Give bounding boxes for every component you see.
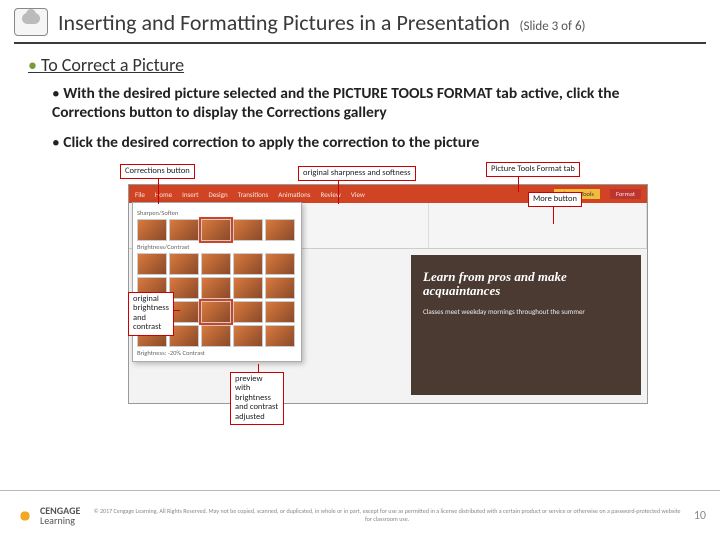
callout-line <box>338 178 339 204</box>
correction-thumb-selected <box>201 219 231 241</box>
tab: Animations <box>278 190 310 199</box>
correction-thumb <box>233 301 263 323</box>
tab: Insert <box>182 190 198 199</box>
slide-footer: CENGAGE Learning © 2017 Cengage Learning… <box>0 490 720 540</box>
copyright-text: © 2017 Cengage Learning. All Rights Rese… <box>80 508 694 522</box>
callout-picture-tools-tab: Picture Tools Format tab <box>486 162 580 177</box>
figure-screenshot: Corrections button original sharpness an… <box>88 162 652 422</box>
callout-corrections-button: Corrections button <box>120 164 195 179</box>
slide-preview: Learn from pros and make acquaintances C… <box>411 255 641 395</box>
cloud-monitor-icon <box>14 8 48 36</box>
correction-thumb <box>265 325 295 347</box>
bullet-2: Click the desired correction to apply th… <box>52 133 692 152</box>
cengage-icon <box>14 505 36 527</box>
format-tab: Format <box>610 189 641 199</box>
callout-more-button: More button <box>528 192 582 207</box>
tab: File <box>135 190 145 199</box>
correction-thumb <box>233 253 263 275</box>
correction-thumb <box>169 253 199 275</box>
slide-subtext: Classes meet weekday mornings throughout… <box>423 307 629 316</box>
correction-thumb <box>233 277 263 299</box>
bullet-1: With the desired picture selected and th… <box>52 84 692 123</box>
callout-line <box>158 176 159 204</box>
gallery-section-2: Brightness/Contrast <box>137 243 297 251</box>
tab: Design <box>209 190 228 199</box>
tab: View <box>351 190 365 199</box>
correction-thumb <box>265 301 295 323</box>
slide-title: Inserting and Formatting Pictures in a P… <box>58 9 510 36</box>
correction-thumb <box>201 325 231 347</box>
brand-line2: Learning <box>40 516 80 526</box>
correction-thumb <box>201 253 231 275</box>
correction-thumb <box>201 277 231 299</box>
gallery-section-1: Sharpen/Soften <box>137 209 297 217</box>
callout-original-bc: original brightness and contrast <box>128 292 174 335</box>
correction-thumb <box>137 253 167 275</box>
slide-indicator: (Slide 3 of 6) <box>520 19 586 34</box>
cengage-logo: CENGAGE Learning <box>14 505 80 527</box>
correction-thumb <box>265 253 295 275</box>
callout-preview-adjusted: preview with brightness and contrast adj… <box>230 372 284 425</box>
content-area: To Correct a Picture With the desired pi… <box>0 44 720 422</box>
correction-thumb <box>169 219 199 241</box>
correction-thumb <box>137 219 167 241</box>
correction-thumb <box>233 325 263 347</box>
slide-headline: Learn from pros and make acquaintances <box>423 270 629 299</box>
correction-thumb <box>265 277 295 299</box>
tab: Transitions <box>238 190 269 199</box>
gallery-footer: Brightness: -20% Contrast <box>137 349 297 357</box>
slide-header: Inserting and Formatting Pictures in a P… <box>0 0 720 40</box>
section-heading: To Correct a Picture <box>28 54 692 76</box>
corrections-gallery: Sharpen/Soften Brightness/Contrast Brigh… <box>132 202 302 362</box>
page-number: 10 <box>694 509 706 523</box>
callout-original-sharpness: original sharpness and softness <box>298 166 416 181</box>
correction-thumb-selected <box>201 301 231 323</box>
correction-thumb <box>265 219 295 241</box>
correction-thumb <box>233 219 263 241</box>
